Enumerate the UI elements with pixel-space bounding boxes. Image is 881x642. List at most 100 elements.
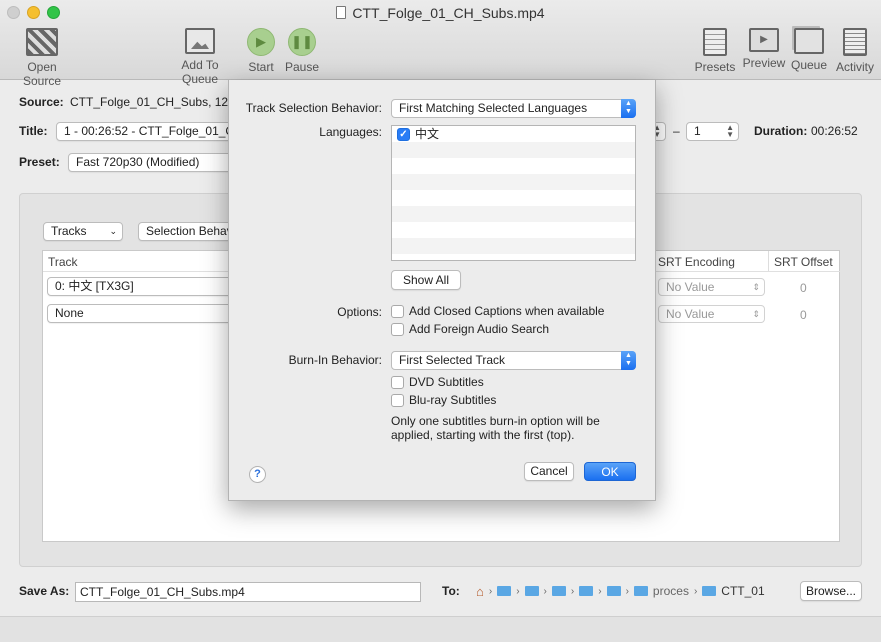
help-button[interactable]: ? [249, 466, 266, 483]
activity-icon [843, 28, 867, 56]
range-dash: – [673, 124, 680, 138]
title-label: Title: [19, 124, 48, 138]
burn-in-popup[interactable]: First Selected Track ▲ ▼ [391, 351, 636, 370]
srt-encoding-popup-row-1[interactable]: No Value ⇕ [658, 278, 765, 296]
srt-offset-row-2[interactable]: 0 [800, 308, 807, 322]
destination-path[interactable]: ⌂ › › › › › › proces › CTT_01 [476, 583, 765, 599]
foreign-audio-checkbox[interactable] [391, 322, 404, 336]
activity-label: Activity [835, 60, 874, 74]
folder-icon [702, 586, 717, 596]
chevron-right-icon: › [543, 585, 547, 597]
duration-label: Duration: [754, 124, 808, 138]
updown-arrows-icon: ▲ ▼ [621, 99, 636, 118]
queue-label: Queue [791, 58, 828, 72]
title-popup[interactable]: 1 - 00:26:52 - CTT_Folge_01_CH [56, 122, 236, 141]
column-header-srt-encoding: SRT Encoding [658, 255, 735, 269]
bluray-subtitles-checkbox[interactable] [391, 393, 404, 407]
preview-button[interactable]: ▶ Preview [741, 28, 787, 70]
open-source-button[interactable]: Open Source [8, 28, 76, 88]
column-header-track: Track [48, 255, 78, 269]
list-row-empty [392, 222, 635, 238]
closed-captions-checkbox[interactable] [391, 304, 404, 318]
list-row-empty [392, 206, 635, 222]
queue-button[interactable]: Queue [791, 28, 827, 72]
source-label: Source: [19, 95, 64, 109]
languages-label: Languages: [319, 125, 382, 139]
show-all-button[interactable]: Show All [391, 270, 461, 290]
activity-button[interactable]: Activity [834, 28, 876, 74]
presets-icon [703, 28, 727, 56]
pause-button[interactable]: ❚❚ Pause [284, 28, 320, 74]
cancel-button[interactable]: Cancel [524, 462, 574, 481]
list-row-empty [392, 238, 635, 254]
ok-button[interactable]: OK [584, 462, 636, 481]
track-selection-label: Track Selection Behavior: [245, 101, 382, 115]
chevron-down-icon: ⌄ [109, 226, 117, 236]
selection-behavior-button[interactable]: Selection Behav [138, 222, 236, 241]
folder-icon [579, 586, 594, 596]
bluray-subtitles-label: Blu-ray Subtitles [409, 393, 497, 407]
track-popup-row-1[interactable]: 0: 中文 [TX3G] [47, 277, 236, 296]
options-label: Options: [337, 305, 382, 319]
burn-in-value: First Selected Track [399, 353, 506, 367]
bluray-subtitles-option[interactable]: Blu-ray Subtitles [391, 393, 496, 407]
language-name: 中文 [415, 127, 440, 141]
updown-arrows-icon: ⇕ [752, 282, 760, 292]
track-value-row-2: None [55, 306, 84, 320]
preset-label: Preset: [19, 155, 60, 169]
presets-button[interactable]: Presets [694, 28, 736, 74]
column-divider [768, 251, 769, 271]
language-row[interactable]: ✓ 中文 [392, 126, 635, 142]
languages-list[interactable]: ✓ 中文 [391, 125, 636, 261]
presets-label: Presets [694, 60, 736, 74]
status-bar [0, 616, 881, 642]
foreign-audio-label: Add Foreign Audio Search [409, 322, 550, 336]
srt-offset-row-1[interactable]: 0 [800, 281, 807, 295]
range-end-stepper[interactable]: 1 ▲ ▼ [686, 122, 739, 141]
burn-in-note: Only one subtitles burn-in option will b… [391, 414, 600, 442]
preview-label: Preview [742, 56, 786, 70]
range-end-value: 1 [694, 124, 701, 138]
tracks-popup[interactable]: Tracks ⌄ [43, 222, 123, 241]
srt-encoding-value-row-1: No Value [666, 280, 715, 294]
list-row-empty [392, 174, 635, 190]
folder-icon [497, 586, 512, 596]
chevron-right-icon: › [516, 585, 520, 597]
updown-arrows-icon: ▲ ▼ [621, 351, 636, 370]
queue-icon [794, 28, 824, 54]
list-row-empty [392, 158, 635, 174]
closed-captions-option[interactable]: Add Closed Captions when available [391, 304, 604, 318]
preset-popup-value: Fast 720p30 (Modified) [76, 155, 200, 169]
chevron-right-icon: › [693, 585, 698, 597]
document-icon [336, 6, 347, 19]
start-button[interactable]: ▶ Start [246, 28, 276, 74]
save-as-label: Save As: [19, 584, 70, 598]
play-icon: ▶ [247, 28, 275, 56]
home-icon: ⌂ [476, 583, 484, 599]
srt-encoding-value-row-2: No Value [666, 307, 715, 321]
updown-arrows-icon: ⇕ [752, 309, 760, 319]
add-to-queue-label: Add To Queue [181, 58, 219, 86]
track-popup-row-2[interactable]: None [47, 304, 236, 323]
track-value-row-1: 0: 中文 [TX3G] [55, 279, 134, 293]
srt-encoding-popup-row-2[interactable]: No Value ⇕ [658, 305, 765, 323]
folder-icon [633, 586, 648, 596]
track-selection-value: First Matching Selected Languages [399, 101, 588, 115]
track-selection-popup[interactable]: First Matching Selected Languages ▲ ▼ [391, 99, 636, 118]
add-to-queue-button[interactable]: Add To Queue [162, 28, 238, 86]
window-title: CTT_Folge_01_CH_Subs.mp4 [0, 5, 881, 21]
language-checkbox[interactable]: ✓ [397, 127, 410, 141]
dvd-subtitles-checkbox[interactable] [391, 375, 404, 389]
save-as-field[interactable]: CTT_Folge_01_CH_Subs.mp4 [75, 582, 421, 602]
list-row-empty [392, 142, 635, 158]
foreign-audio-option[interactable]: Add Foreign Audio Search [391, 322, 549, 336]
window-title-text: CTT_Folge_01_CH_Subs.mp4 [352, 5, 545, 21]
chevron-right-icon: › [488, 585, 493, 597]
add-to-queue-icon [185, 28, 215, 54]
selection-behavior-sheet: Track Selection Behavior: First Matching… [228, 80, 656, 501]
browse-button[interactable]: Browse... [800, 581, 862, 601]
folder-icon [524, 586, 539, 596]
dvd-subtitles-option[interactable]: DVD Subtitles [391, 375, 484, 389]
preset-popup[interactable]: Fast 720p30 (Modified) [68, 153, 236, 172]
list-row-empty [392, 190, 635, 206]
